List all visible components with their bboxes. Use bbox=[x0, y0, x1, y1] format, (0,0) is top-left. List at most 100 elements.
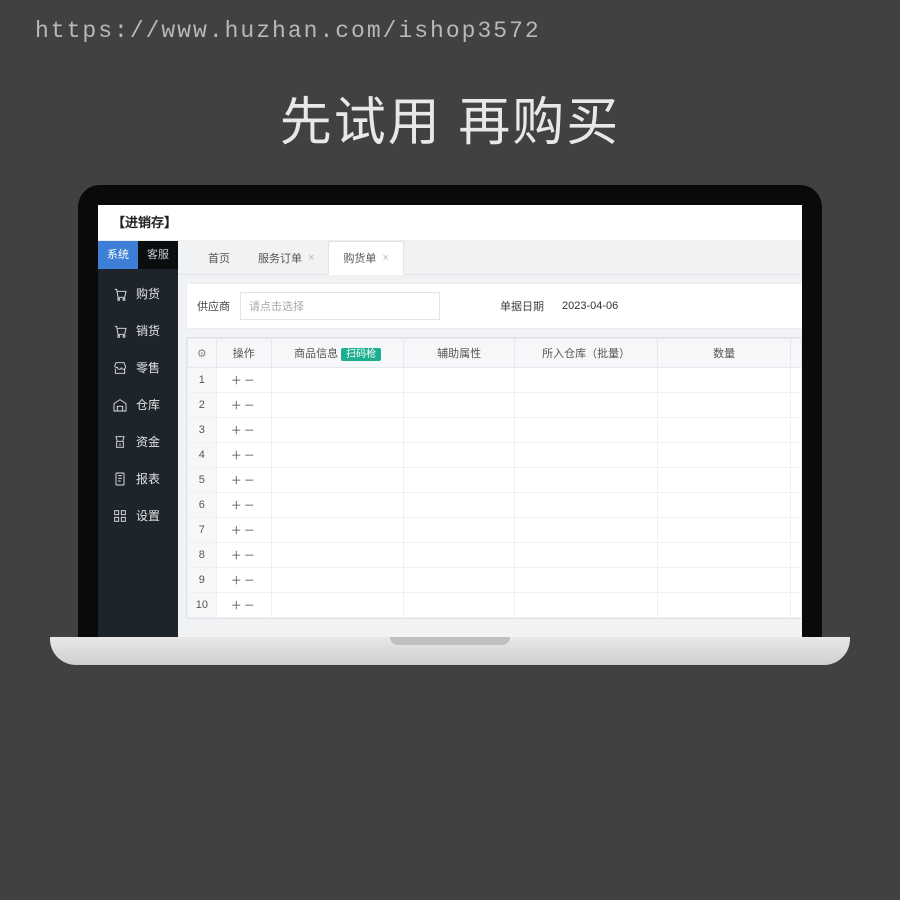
cart-icon bbox=[112, 323, 128, 339]
product-info-cell[interactable] bbox=[271, 443, 404, 468]
table-row[interactable]: 2＋－ bbox=[188, 393, 802, 418]
product-info-cell[interactable] bbox=[271, 493, 404, 518]
row-operate-cell[interactable]: ＋－ bbox=[216, 368, 271, 393]
scan-badge[interactable]: 扫码枪 bbox=[341, 348, 381, 361]
sidebar-tab-system[interactable]: 系统 bbox=[98, 241, 138, 269]
plus-minus-icon[interactable]: ＋－ bbox=[231, 399, 257, 412]
product-info-cell[interactable] bbox=[271, 518, 404, 543]
warehouse-cell[interactable] bbox=[514, 568, 658, 593]
product-info-cell[interactable] bbox=[271, 393, 404, 418]
quantity-cell[interactable] bbox=[658, 543, 791, 568]
sidebar-item-label: 设置 bbox=[136, 507, 160, 524]
quantity-cell[interactable] bbox=[658, 493, 791, 518]
row-operate-cell[interactable]: ＋－ bbox=[216, 543, 271, 568]
tab-service-order[interactable]: 服务订单 × bbox=[244, 242, 328, 274]
sidebar-tab-service[interactable]: 客服 bbox=[138, 241, 178, 269]
tab-home[interactable]: 首页 bbox=[194, 242, 244, 274]
data-table: 操作 商品信息扫码枪 辅助属性 所入仓库（批量） 数量 bbox=[186, 337, 802, 619]
row-operate-cell[interactable]: ＋－ bbox=[216, 468, 271, 493]
date-input[interactable]: 2023-04-06 bbox=[554, 295, 664, 317]
plus-minus-icon[interactable]: ＋－ bbox=[231, 599, 257, 612]
plus-minus-icon[interactable]: ＋－ bbox=[231, 474, 257, 487]
warehouse-cell[interactable] bbox=[514, 493, 658, 518]
gear-column-header[interactable] bbox=[188, 339, 217, 368]
aux-attr-cell[interactable] bbox=[404, 418, 514, 443]
aux-attr-cell[interactable] bbox=[404, 393, 514, 418]
aux-attr-cell[interactable] bbox=[404, 443, 514, 468]
table-row[interactable]: 1＋－ bbox=[188, 368, 802, 393]
product-info-cell[interactable] bbox=[271, 568, 404, 593]
close-icon[interactable]: × bbox=[308, 252, 314, 264]
tab-purchase-order[interactable]: 购货单 × bbox=[328, 241, 403, 275]
sidebar-item-funds[interactable]: 资金 bbox=[98, 423, 178, 460]
aux-attr-cell[interactable] bbox=[404, 543, 514, 568]
plus-minus-icon[interactable]: ＋－ bbox=[231, 374, 257, 387]
row-operate-cell[interactable]: ＋－ bbox=[216, 593, 271, 618]
warehouse-cell[interactable] bbox=[514, 543, 658, 568]
quantity-cell[interactable] bbox=[658, 418, 791, 443]
quantity-cell[interactable] bbox=[658, 468, 791, 493]
close-icon[interactable]: × bbox=[382, 252, 388, 264]
warehouse-cell[interactable] bbox=[514, 468, 658, 493]
row-operate-cell[interactable]: ＋－ bbox=[216, 443, 271, 468]
table-row[interactable]: 3＋－ bbox=[188, 418, 802, 443]
plus-minus-icon[interactable]: ＋－ bbox=[231, 549, 257, 562]
sidebar-item-warehouse[interactable]: 仓库 bbox=[98, 386, 178, 423]
warehouse-cell[interactable] bbox=[514, 518, 658, 543]
row-operate-cell[interactable]: ＋－ bbox=[216, 493, 271, 518]
sidebar-item-sales[interactable]: 销货 bbox=[98, 312, 178, 349]
row-operate-cell[interactable]: ＋－ bbox=[216, 418, 271, 443]
quantity-cell[interactable] bbox=[658, 393, 791, 418]
warehouse-cell[interactable] bbox=[514, 443, 658, 468]
table-row[interactable]: 9＋－ bbox=[188, 568, 802, 593]
table-row[interactable]: 6＋－ bbox=[188, 493, 802, 518]
aux-attr-cell[interactable] bbox=[404, 468, 514, 493]
sidebar-item-settings[interactable]: 设置 bbox=[98, 497, 178, 534]
plus-minus-icon[interactable]: ＋－ bbox=[231, 524, 257, 537]
table-row[interactable]: 4＋－ bbox=[188, 443, 802, 468]
aux-attr-cell[interactable] bbox=[404, 518, 514, 543]
laptop-bezel: 【进销存】 系统 客服 购货 销货 bbox=[78, 185, 822, 637]
quantity-cell[interactable] bbox=[658, 443, 791, 468]
quantity-cell[interactable] bbox=[658, 518, 791, 543]
plus-minus-icon[interactable]: ＋－ bbox=[231, 449, 257, 462]
sidebar-item-purchase[interactable]: 购货 bbox=[98, 275, 178, 312]
plus-minus-icon[interactable]: ＋－ bbox=[231, 424, 257, 437]
tab-label: 购货单 bbox=[343, 250, 376, 266]
aux-attr-cell[interactable] bbox=[404, 493, 514, 518]
product-info-cell[interactable] bbox=[271, 418, 404, 443]
warehouse-cell[interactable] bbox=[514, 393, 658, 418]
warehouse-cell[interactable] bbox=[514, 418, 658, 443]
product-info-cell[interactable] bbox=[271, 593, 404, 618]
product-info-cell[interactable] bbox=[271, 543, 404, 568]
aux-attr-cell[interactable] bbox=[404, 568, 514, 593]
warehouse-cell[interactable] bbox=[514, 368, 658, 393]
aux-attr-cell[interactable] bbox=[404, 593, 514, 618]
plus-minus-icon[interactable]: ＋－ bbox=[231, 574, 257, 587]
gear-icon bbox=[197, 348, 207, 360]
row-operate-cell[interactable]: ＋－ bbox=[216, 393, 271, 418]
product-info-cell[interactable] bbox=[271, 468, 404, 493]
row-number: 7 bbox=[188, 518, 217, 543]
sidebar-tabs: 系统 客服 bbox=[98, 241, 178, 269]
table-row[interactable]: 10＋－ bbox=[188, 593, 802, 618]
app-title-bar: 【进销存】 bbox=[98, 205, 802, 241]
quantity-cell[interactable] bbox=[658, 593, 791, 618]
quantity-cell[interactable] bbox=[658, 568, 791, 593]
aux-attr-cell[interactable] bbox=[404, 368, 514, 393]
date-label: 单据日期 bbox=[500, 298, 544, 314]
quantity-cell[interactable] bbox=[658, 368, 791, 393]
table-row[interactable]: 8＋－ bbox=[188, 543, 802, 568]
product-info-cell[interactable] bbox=[271, 368, 404, 393]
row-operate-cell[interactable]: ＋－ bbox=[216, 568, 271, 593]
sidebar-item-reports[interactable]: 报表 bbox=[98, 460, 178, 497]
report-icon bbox=[112, 471, 128, 487]
warehouse-cell[interactable] bbox=[514, 593, 658, 618]
plus-minus-icon[interactable]: ＋－ bbox=[231, 499, 257, 512]
table-row[interactable]: 7 ＋－ bbox=[188, 518, 802, 543]
row-operate-cell[interactable]: ＋－ bbox=[216, 518, 271, 543]
table-row[interactable]: 5＋－ bbox=[188, 468, 802, 493]
sidebar-item-retail[interactable]: 零售 bbox=[98, 349, 178, 386]
supplier-input[interactable]: 请点击选择 bbox=[240, 292, 440, 320]
sidebar-item-label: 零售 bbox=[136, 359, 160, 376]
